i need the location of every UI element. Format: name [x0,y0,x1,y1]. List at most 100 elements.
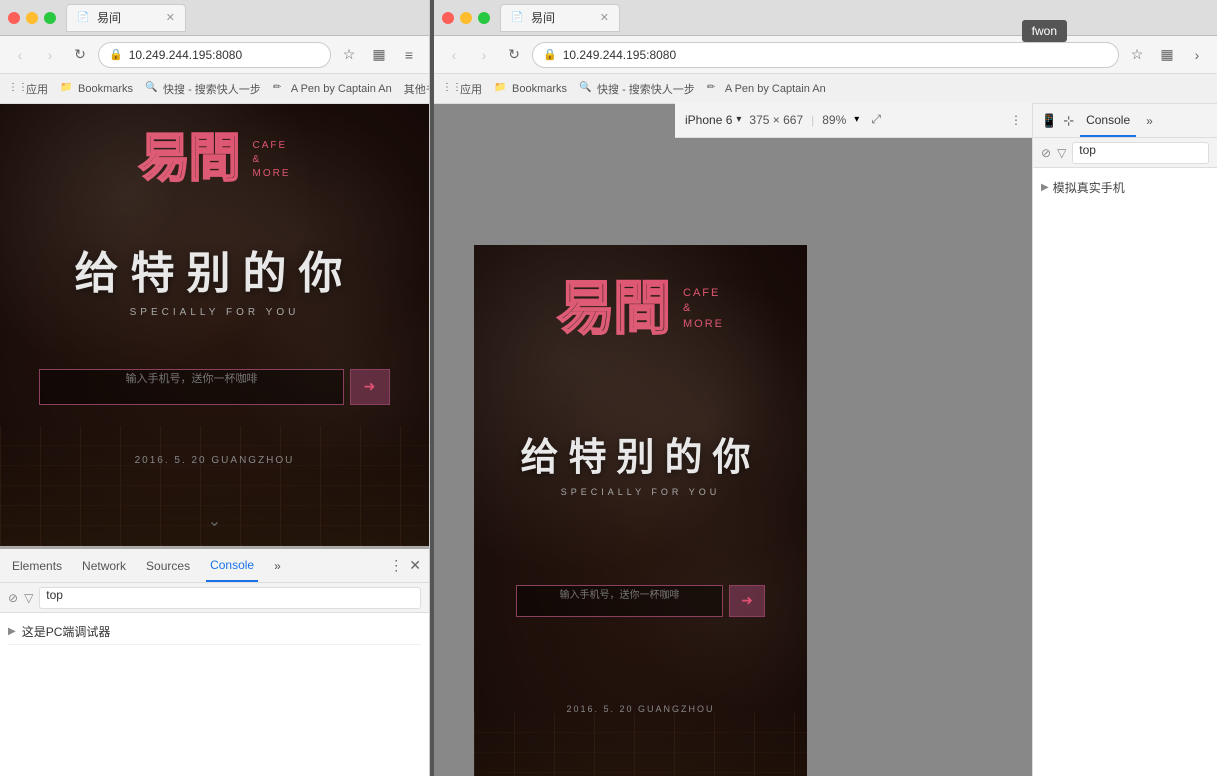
rotate-icon[interactable]: ⤢ [871,112,881,127]
maximize-dot[interactable] [44,12,56,24]
right-minimize-dot[interactable] [460,12,472,24]
right-bk-kuaisou-label: 快搜 - 搜索快人一步 [597,81,695,97]
devtools-close-icon[interactable]: ✕ [409,557,421,574]
filter-icon[interactable]: ▽ [24,591,33,605]
left-main-title: 给特别的你 [75,237,355,301]
elements-tab[interactable]: Elements [8,549,66,582]
left-devtools: Elements Network Sources Console » ⋮ ✕ ⊘… [0,546,429,776]
reload-button[interactable]: ↻ [68,43,92,67]
left-tab-label: 易间 [97,9,121,26]
left-webpage: 易間 CAFE & MORE 给特别的你 SPECIALLY FOR YOU [0,104,429,546]
right-devtools-inspect-icon[interactable]: ⊹ [1063,113,1074,129]
right-input-placeholder: 输入手机号，送你一杯咖啡 [559,590,679,601]
device-selector[interactable]: iPhone 6 ▾ [685,113,741,127]
more-options-icon[interactable]: ⋮ [1010,113,1022,127]
bookmark-bookmarks[interactable]: 📁 Bookmarks [60,82,133,96]
left-nav-bar: ‹ › ↻ 🔒 10.249.244.195:8080 ☆ ▦ ≡ [0,36,429,74]
pen-icon: ✏ [273,82,287,96]
right-filter-input[interactable]: top [1072,142,1209,164]
right-close-dot[interactable] [442,12,454,24]
right-active-tab[interactable]: 📄 易间 ✕ [500,4,620,32]
right-back-button[interactable]: ‹ [442,43,466,67]
bookmark-kuaisou[interactable]: 🔍 快搜 - 搜索快人一步 [145,81,261,97]
right-bookmark-apps[interactable]: ⋮⋮ 应用 [442,81,482,97]
console-expand-arrow[interactable]: ▶ [8,626,16,637]
device-dimensions: 375 × 667 [749,113,803,127]
left-console-content: ▶ 这是PC端调试器 [0,613,429,776]
mobile-viewport: iPhone 6 ▾ 375 × 667 | 89% ▾ ⤢ ⋮ [434,104,1032,776]
left-subtitle: SPECIALLY FOR YOU [75,307,355,318]
zoom-level: 89% [822,113,846,127]
fwon-popup: fwon [1022,20,1067,42]
right-filter-icon[interactable]: ▽ [1057,146,1066,160]
forward-button[interactable]: › [38,43,62,67]
right-bookmark-star[interactable]: ☆ [1125,43,1149,67]
console-tab-left[interactable]: Console [206,549,258,582]
no-errors-icon[interactable]: ⊘ [8,591,18,605]
bookmark-other[interactable]: 其他书签 [404,81,429,97]
right-bookmark-bookmarks[interactable]: 📁 Bookmarks [494,82,567,96]
right-cafe-text-line2: & [683,301,724,316]
menu-button[interactable]: ≡ [397,43,421,67]
right-english-text: CAFE & MORE [683,286,724,332]
left-submit-button[interactable]: ➜ [350,369,390,405]
bookmark-star[interactable]: ☆ [337,43,361,67]
minimize-dot[interactable] [26,12,38,24]
more-tabs[interactable]: » [270,549,285,582]
mobile-frame: 易間 CAFE & MORE 给特别的你 SPECIALLY FOR YOU [473,244,808,776]
left-phone-input[interactable]: 输入手机号，送你一杯咖啡 [39,369,343,405]
left-active-tab[interactable]: 📄 易间 ✕ [66,4,186,32]
right-devtools-toolbar: 📱 ⊹ Console » [1033,104,1217,138]
right-phone-input[interactable]: 输入手机号，送你一杯咖啡 [516,585,723,617]
network-tab[interactable]: Network [78,549,130,582]
left-address-bar[interactable]: 🔒 10.249.244.195:8080 [98,42,331,68]
device-chevron-icon: ▾ [736,114,741,125]
window-controls [8,12,56,24]
bookmark-pen-label: A Pen by Captain An [291,83,392,95]
sources-tab[interactable]: Sources [142,549,194,582]
right-subtitle: SPECIALLY FOR YOU [520,487,760,497]
right-nav-bar: ‹ › ↻ 🔒 10.249.244.195:8080 ☆ ▦ › [434,36,1217,74]
right-no-errors-icon[interactable]: ⊘ [1041,146,1051,160]
right-cafe-text-line1: CAFE [683,286,724,301]
dimension-separator: | [811,113,814,127]
right-forward-button[interactable]: › [472,43,496,67]
back-button[interactable]: ‹ [8,43,32,67]
right-maximize-dot[interactable] [478,12,490,24]
right-submit-button[interactable]: ➜ [729,585,765,617]
right-devtools-device-icon[interactable]: 📱 [1041,113,1057,129]
right-folder-icon: 📁 [494,82,508,96]
right-floor-texture [474,713,807,776]
folder-icon: 📁 [60,82,74,96]
right-title-area: 给特别的你 SPECIALLY FOR YOU [520,426,760,497]
right-address-bar[interactable]: 🔒 10.249.244.195:8080 [532,42,1119,68]
left-chinese-logo: 易間 [138,134,238,186]
right-menu-button[interactable]: › [1185,43,1209,67]
left-filter-input[interactable]: top [39,587,421,609]
right-bk-pen-label: A Pen by Captain An [725,83,826,95]
right-reload-button[interactable]: ↻ [502,43,526,67]
right-qr-icon[interactable]: ▦ [1155,43,1179,67]
qr-icon[interactable]: ▦ [367,43,391,67]
zoom-chevron-icon: ▾ [854,114,859,125]
right-window-controls [442,12,490,24]
right-bookmark-pen[interactable]: ✏ A Pen by Captain An [707,82,826,96]
right-tab-close[interactable]: ✕ [600,11,609,24]
kuaisou-icon: 🔍 [145,82,159,96]
right-tree-item[interactable]: ▶ 模拟真实手机 [1041,176,1209,199]
right-browser: 📄 易间 ✕ ‹ › ↻ 🔒 10.249.244.195:8080 ☆ ▦ ›… [434,0,1217,776]
left-tab-bar: 📄 易间 ✕ [0,0,429,36]
bookmark-pen[interactable]: ✏ A Pen by Captain An [273,82,392,96]
bookmark-other-label: 其他书签 [404,81,429,97]
right-console-filter-bar: ⊘ ▽ top [1033,138,1217,168]
tab-favicon: 📄 [77,11,91,25]
close-dot[interactable] [8,12,20,24]
right-bookmark-kuaisou[interactable]: 🔍 快搜 - 搜索快人一步 [579,81,695,97]
tab-close-button[interactable]: ✕ [166,11,175,24]
right-console-tab[interactable]: Console [1080,104,1136,137]
left-console-filter-bar: ⊘ ▽ top [0,583,429,613]
bookmark-apps[interactable]: ⋮⋮ 应用 [8,81,48,97]
right-devtools-more[interactable]: » [1146,114,1153,128]
devtools-menu-icon[interactable]: ⋮ [389,557,403,574]
tree-expand-arrow[interactable]: ▶ [1041,182,1049,193]
